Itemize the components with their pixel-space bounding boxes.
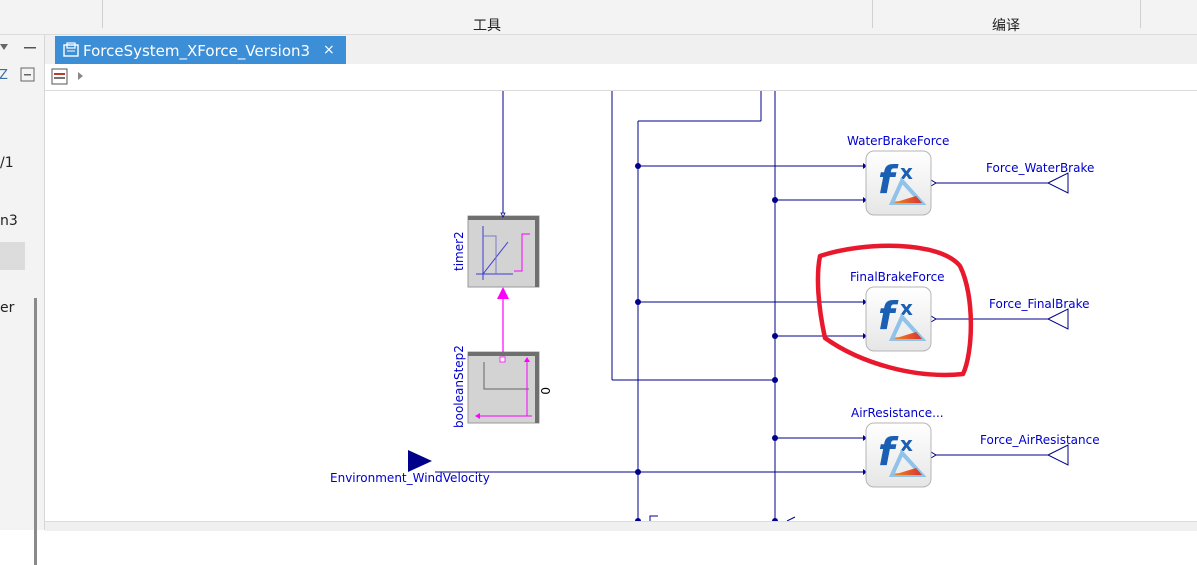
left-panel-controls: Z [0, 44, 36, 83]
save-diagram-icon[interactable] [51, 68, 68, 85]
junction-dots [635, 163, 778, 524]
function-block-air[interactable] [865, 422, 932, 488]
menu-compile[interactable]: 编译 [992, 15, 1020, 35]
collapse-arrow-icon[interactable] [0, 44, 8, 50]
tree-item-fragment[interactable]: er [0, 300, 14, 316]
output-connector-icon[interactable] [1046, 308, 1069, 330]
boolean-step-block[interactable] [467, 351, 540, 424]
tree-item-fragment-selected[interactable]: n3 [0, 213, 18, 229]
menu-divider [872, 0, 873, 28]
diagram-svg: f x timer2 booleanStep2 0 WaterBrakeForc… [330, 91, 1100, 524]
wind-input-label: Environment_WindVelocity [330, 471, 490, 485]
boolean-step-param: 0 [538, 387, 552, 395]
diagram-canvas[interactable]: f x timer2 booleanStep2 0 WaterBrakeForc… [45, 91, 1197, 524]
minimize-icon[interactable] [24, 47, 36, 49]
menu-divider [1140, 0, 1141, 28]
collapse-all-minus [24, 74, 31, 76]
timer-label: timer2 [452, 231, 466, 271]
menu-divider [102, 0, 103, 28]
sort-icon[interactable]: Z [0, 68, 8, 83]
tab-title: ForceSystem_XForce_Version3 [83, 42, 311, 60]
timer-block[interactable] [467, 212, 540, 288]
diagram-toolbar [45, 64, 1197, 91]
output-connector-icon[interactable] [1046, 444, 1069, 466]
menu-tools[interactable]: 工具 [473, 15, 501, 35]
function-block-water[interactable] [865, 150, 932, 216]
tab-forcesystem[interactable]: ForceSystem_XForce_Version3 × [55, 36, 346, 64]
left-panel: Z /1 n3 er [0, 35, 45, 565]
close-icon[interactable]: × [323, 42, 335, 58]
function-block-final[interactable] [865, 286, 932, 352]
tree-item-selected-bg [0, 242, 25, 270]
boolean-input-arrow [497, 287, 509, 299]
model-file-icon [63, 42, 79, 57]
water-brake-label: WaterBrakeForce [847, 134, 949, 148]
tree-item-fragment[interactable]: /1 [0, 155, 14, 171]
final-brake-label: FinalBrakeForce [850, 270, 945, 284]
left-panel-scrollbar[interactable] [34, 298, 37, 565]
tab-bar: ForceSystem_XForce_Version3 × [45, 35, 1197, 65]
air-resistance-output-label: Force_AirResistance [980, 433, 1100, 447]
toolbar-icons [51, 68, 83, 85]
output-connector-icon[interactable] [1046, 172, 1069, 194]
air-resistance-label: AirResistance... [851, 406, 944, 420]
play-triangle-icon[interactable] [78, 72, 83, 80]
water-brake-output-label: Force_WaterBrake [986, 161, 1094, 175]
boolean-step-label: booleanStep2 [452, 345, 466, 428]
input-connector-icon[interactable] [408, 450, 432, 472]
menu-bar: 工具 编译 [0, 0, 1197, 35]
final-brake-output-label: Force_FinalBrake [989, 297, 1090, 311]
